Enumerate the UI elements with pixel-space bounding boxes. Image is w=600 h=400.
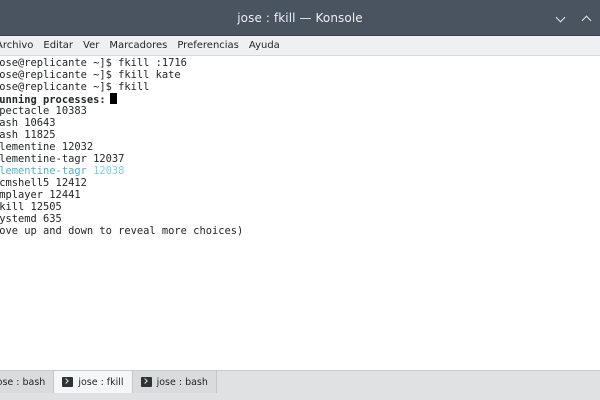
process-option[interactable]: clementine-tagr 12037 [0,153,600,165]
terminal-line: jose@replicante ~]$ fkill [0,81,150,93]
terminal-output[interactable]: jose@replicante ~]$ fkill :1716 jose@rep… [0,56,600,370]
menu-preferencias[interactable]: Preferencias [172,40,244,51]
process-option[interactable]: bash 11825 [0,129,600,141]
process-option[interactable]: clementine 12032 [0,141,600,153]
process-option[interactable]: fkill 12505 [0,201,600,213]
terminal-prompt-line: Running processes: [0,93,600,106]
selected-process-name: clementine-tagr [0,165,87,177]
menu-marcadores[interactable]: Marcadores [104,40,172,51]
tab-jose-bash-2[interactable]: jose : bash [132,371,217,393]
menubar: Archivo Editar Ver Marcadores Preferenci… [0,36,600,56]
chevron-down-icon[interactable] [556,13,566,23]
window-title: jose : fkill — Konsole [237,10,363,25]
process-option[interactable]: systemd 635 [0,213,600,225]
menu-editar[interactable]: Editar [38,40,78,51]
window-controls [556,0,592,36]
terminal-line: jose@replicante ~]$ fkill :1716 [0,57,187,69]
tab-label: jose : bash [156,376,208,388]
terminal-line: jose@replicante ~]$ fkill kate [0,69,181,81]
menu-ayuda[interactable]: Ayuda [244,40,285,51]
menu-archivo[interactable]: Archivo [0,40,38,51]
tab-label: jose : fkill [78,376,124,388]
menu-ver[interactable]: Ver [78,40,104,51]
tab-label: jose : bash [0,376,46,388]
process-option[interactable]: spectacle 10383 [0,105,600,117]
selected-process-pid: 12038 [93,165,125,177]
terminal-cursor [109,93,117,104]
tab-jose-bash-1[interactable]: jose : bash [0,371,55,393]
process-option[interactable]: smplayer 12441 [0,189,600,201]
process-option-selected[interactable]: clementine-tagr 12038 [0,165,600,177]
terminal-hint: Move up and down to reveal more choices) [0,225,244,237]
terminal-icon [140,377,152,387]
terminal-icon [62,377,74,387]
chevron-up-icon[interactable] [582,13,592,23]
process-option[interactable]: bash 10643 [0,117,600,129]
process-option[interactable]: kcmshell5 12412 [0,177,600,189]
tab-bar: jose : bash jose : fkill jose : bash [0,370,600,400]
tab-jose-fkill[interactable]: jose : fkill [54,371,133,393]
window-titlebar[interactable]: jose : fkill — Konsole [0,0,600,36]
